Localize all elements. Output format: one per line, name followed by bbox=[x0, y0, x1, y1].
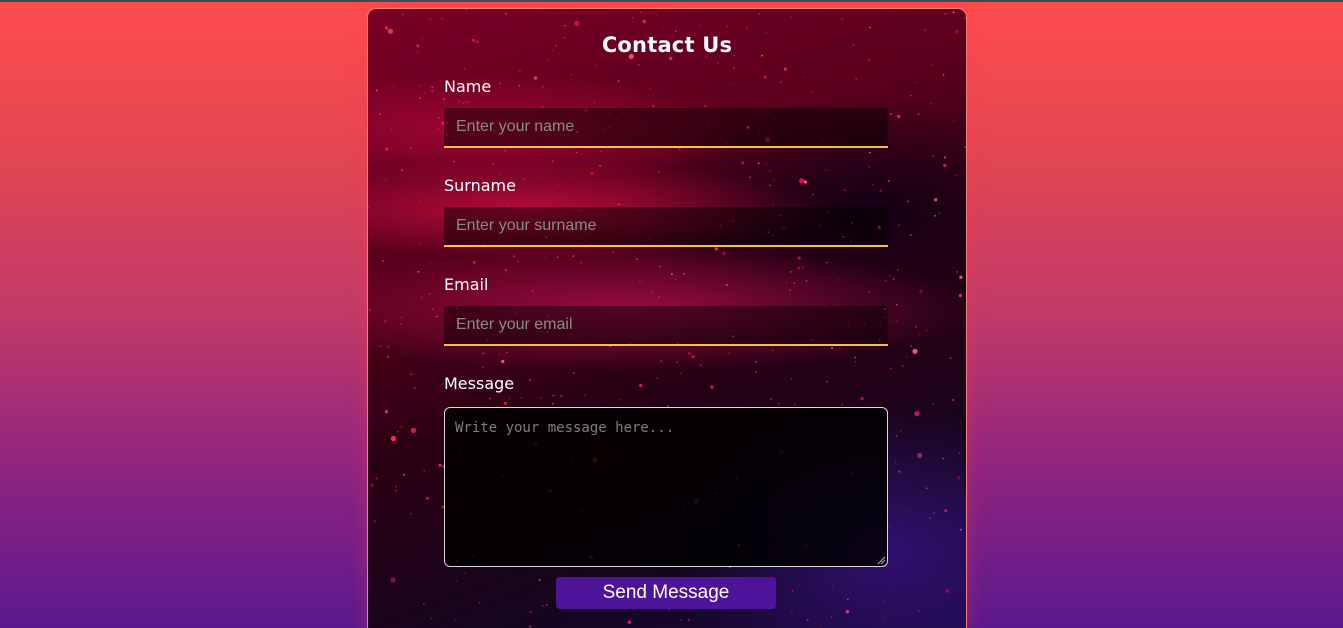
message-label: Message bbox=[444, 374, 515, 393]
surname-input[interactable] bbox=[444, 207, 888, 247]
name-input[interactable] bbox=[444, 108, 888, 148]
form-title: Contact Us bbox=[601, 33, 733, 57]
name-label: Name bbox=[444, 77, 492, 96]
surname-label: Surname bbox=[444, 176, 516, 195]
resize-grip-icon[interactable] bbox=[876, 555, 886, 565]
message-textarea[interactable] bbox=[444, 407, 888, 567]
contact-form-card: Contact Us Name Surname Email Message Se… bbox=[367, 8, 967, 628]
send-message-button[interactable]: Send Message bbox=[556, 577, 776, 609]
email-input[interactable] bbox=[444, 306, 888, 346]
email-label: Email bbox=[444, 275, 489, 294]
window-top-border bbox=[0, 0, 1343, 2]
